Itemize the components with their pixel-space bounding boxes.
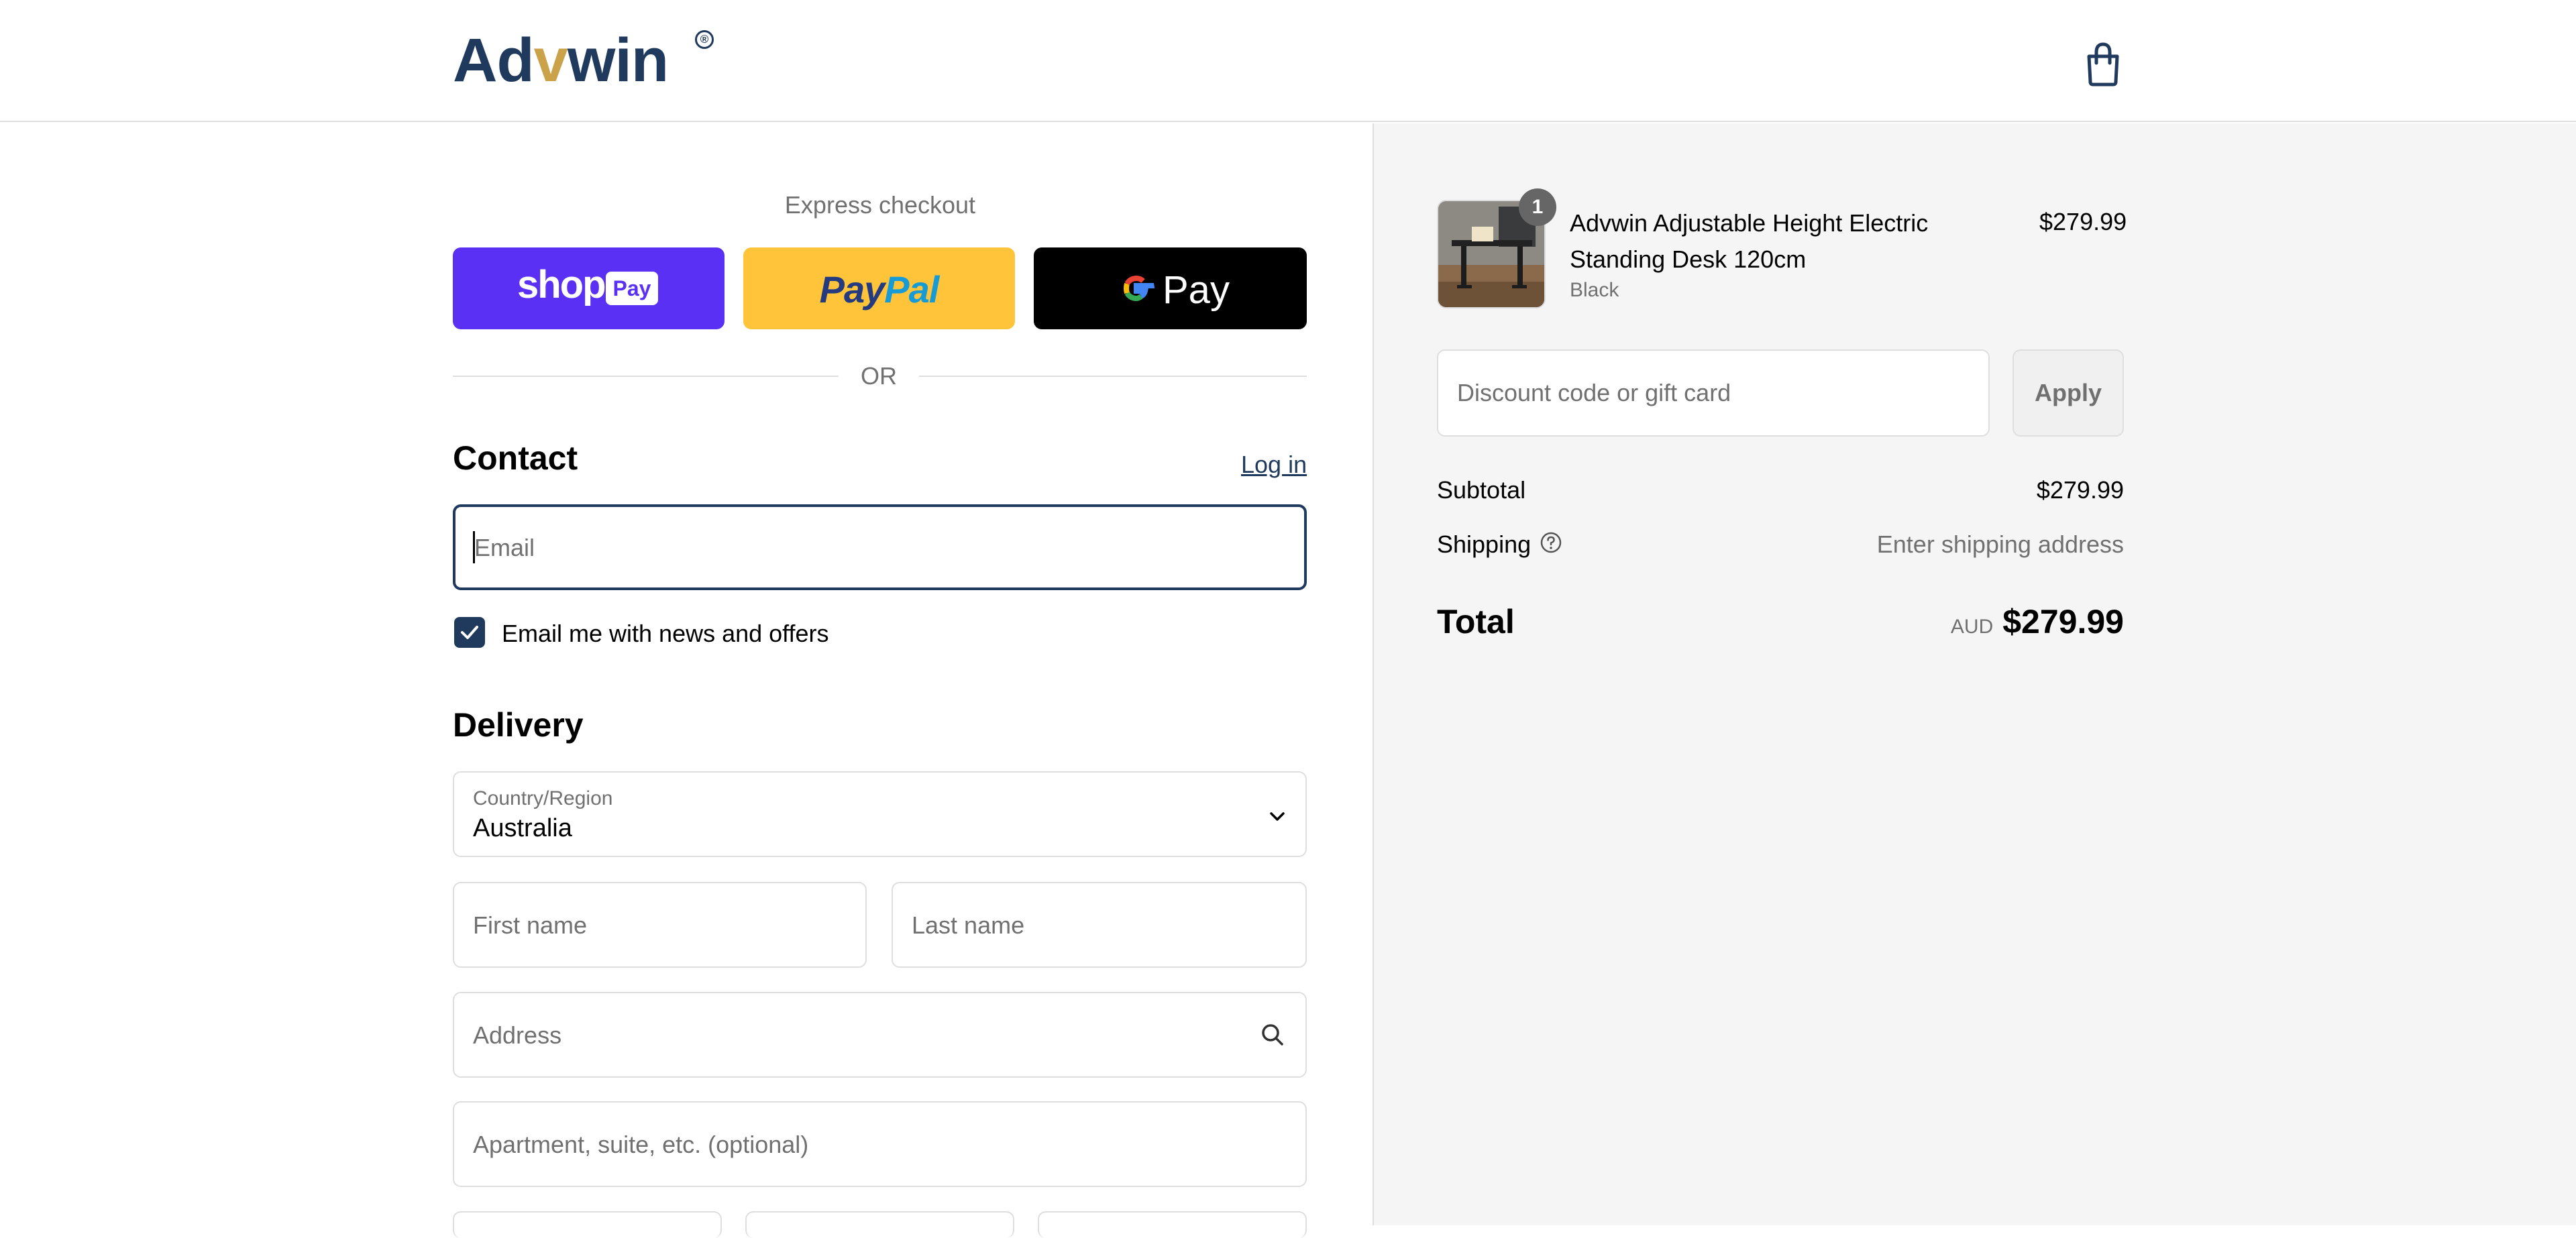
help-icon[interactable] bbox=[1540, 531, 1562, 554]
apartment-placeholder: Apartment, suite, etc. (optional) bbox=[473, 1131, 809, 1158]
brand-logo[interactable]: Advwin bbox=[453, 30, 669, 91]
cart-button[interactable] bbox=[2080, 40, 2127, 87]
address-placeholder: Address bbox=[473, 1021, 562, 1049]
country-label: Country/Region bbox=[473, 787, 613, 809]
check-icon bbox=[461, 626, 478, 639]
order-summary-panel bbox=[1373, 123, 2576, 1225]
product-name-line2: Standing Desk 120cm bbox=[1570, 245, 1807, 273]
google-g-icon bbox=[1124, 275, 1155, 302]
total-amount: AUD $279.99 bbox=[1811, 602, 2124, 641]
google-pay-button[interactable]: Pay bbox=[1034, 247, 1307, 329]
subtotal-value: $279.99 bbox=[2036, 476, 2124, 504]
shop-pay-badge: Pay bbox=[606, 272, 658, 305]
country-select[interactable]: Country/Region Australia bbox=[453, 771, 1307, 857]
apply-button[interactable]: Apply bbox=[2012, 349, 2124, 437]
first-name-placeholder: First name bbox=[473, 911, 588, 939]
newsletter-label: Email me with news and offers bbox=[502, 620, 829, 647]
shop-pay-wordmark: shop bbox=[517, 263, 606, 306]
logo-v: v bbox=[533, 26, 568, 95]
express-checkout-title: Express checkout bbox=[784, 191, 976, 219]
or-divider-text: OR bbox=[861, 362, 897, 390]
product-name: Advwin Adjustable Height Electric Standi… bbox=[1570, 205, 1928, 278]
email-placeholder: Email bbox=[474, 534, 535, 561]
newsletter-checkbox[interactable] bbox=[454, 617, 485, 648]
discount-field[interactable]: Discount code or gift card bbox=[1437, 349, 1990, 437]
paypal-part2: Pal bbox=[884, 268, 939, 311]
address-field[interactable]: Address bbox=[453, 992, 1307, 1078]
registered-mark: ® bbox=[695, 30, 714, 49]
paypal-part1: Pay bbox=[819, 268, 885, 311]
email-field[interactable]: Email bbox=[453, 504, 1307, 590]
bag-icon bbox=[2087, 42, 2119, 87]
product-name-line1: Advwin Adjustable Height Electric bbox=[1570, 209, 1929, 237]
total-label: Total bbox=[1437, 603, 1515, 640]
paypal-button[interactable]: PayPal bbox=[743, 247, 1015, 329]
google-pay-label: Pay bbox=[1163, 268, 1230, 312]
country-value: Australia bbox=[473, 814, 572, 842]
shipping-label: Shipping bbox=[1437, 530, 1532, 558]
city-field[interactable] bbox=[453, 1211, 722, 1238]
total-value: $279.99 bbox=[2002, 603, 2124, 640]
login-link[interactable]: Log in bbox=[1241, 451, 1307, 479]
logo-suffix: win bbox=[567, 26, 669, 95]
contact-heading: Contact bbox=[453, 439, 578, 477]
last-name-placeholder: Last name bbox=[912, 911, 1025, 939]
or-divider-left bbox=[453, 376, 839, 377]
chevron-down-icon bbox=[1270, 812, 1285, 821]
search-icon bbox=[1262, 1024, 1283, 1046]
or-divider-right bbox=[919, 376, 1307, 377]
state-field[interactable] bbox=[745, 1211, 1014, 1238]
postcode-field[interactable] bbox=[1038, 1211, 1307, 1238]
last-name-field[interactable]: Last name bbox=[892, 882, 1307, 968]
first-name-field[interactable]: First name bbox=[453, 882, 867, 968]
logo-prefix: Ad bbox=[453, 26, 535, 95]
subtotal-label: Subtotal bbox=[1437, 476, 1526, 504]
quantity-badge: 1 bbox=[1519, 188, 1556, 226]
product-price: $279.99 bbox=[2039, 208, 2127, 235]
delivery-heading: Delivery bbox=[453, 706, 584, 744]
currency-code: AUD bbox=[1950, 616, 1994, 638]
shipping-value: Enter shipping address bbox=[1876, 530, 2124, 558]
shop-pay-button[interactable]: shop Pay bbox=[453, 247, 724, 329]
product-variant: Black bbox=[1570, 279, 1619, 301]
header bbox=[0, 0, 2576, 122]
paypal-wordmark: PayPal bbox=[743, 268, 1015, 311]
discount-placeholder: Discount code or gift card bbox=[1457, 379, 1731, 406]
apartment-field[interactable]: Apartment, suite, etc. (optional) bbox=[453, 1101, 1307, 1187]
